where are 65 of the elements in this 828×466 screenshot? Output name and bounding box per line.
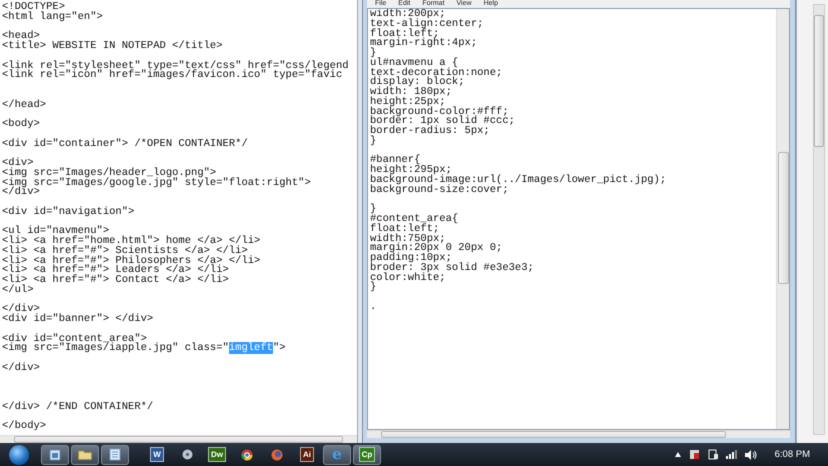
code-line: height:25px; bbox=[370, 98, 446, 108]
taskbar-button[interactable]: Cp bbox=[353, 444, 381, 464]
device-icon[interactable] bbox=[708, 449, 718, 460]
code-line: <body> bbox=[2, 120, 40, 130]
taskbar-button[interactable]: Ai bbox=[293, 444, 321, 464]
clock[interactable]: 6:08 PM bbox=[774, 449, 810, 460]
code-line: <img src="Images/header_logo.png"> bbox=[2, 168, 216, 178]
code-line: padding:10px; bbox=[370, 254, 452, 264]
code-line: </div> bbox=[2, 364, 40, 374]
code-line: <html lang="en"> bbox=[2, 12, 103, 22]
code-line: background-image:url(../Images/lower_pict.jpg); bbox=[370, 176, 666, 186]
code-line: <div id="navigation"> bbox=[2, 208, 134, 218]
code-line: background-size:cover; bbox=[370, 186, 509, 196]
code-line: </ul> bbox=[2, 286, 34, 296]
code-line: <link rel="icon" href="images/favicon.ico" type="favic bbox=[2, 71, 342, 81]
code-line: <li> <a href="#"> Scientists </a> </li> bbox=[2, 246, 248, 256]
code-text: "> bbox=[272, 342, 286, 354]
disc-icon bbox=[182, 449, 192, 460]
code-line: . bbox=[370, 302, 376, 313]
code-line: } bbox=[370, 136, 376, 147]
vertical-scrollbar[interactable] bbox=[813, 4, 825, 435]
taskbar-button[interactable] bbox=[41, 444, 69, 464]
code-line: #content_area{ bbox=[370, 215, 458, 225]
speaker-icon[interactable] bbox=[744, 450, 757, 460]
code-line: width:750px; bbox=[370, 234, 446, 244]
code-line: float:left; bbox=[370, 30, 440, 40]
notepad-icon bbox=[109, 448, 121, 461]
pinwheel-icon bbox=[241, 448, 253, 460]
code-line: color:white; bbox=[370, 274, 446, 284]
code-text: <img src="Images/iapple.jpg" class=" bbox=[2, 342, 229, 354]
horizontal-scrollbar[interactable] bbox=[367, 430, 790, 438]
window-icon bbox=[49, 448, 61, 460]
code-line: </div> /*END CONTAINER*/ bbox=[2, 402, 154, 412]
code-text: imgleft bbox=[228, 342, 273, 354]
app-letter: e bbox=[332, 447, 342, 462]
app-tile: Ai bbox=[300, 447, 314, 462]
code-line: </body> bbox=[2, 422, 46, 432]
code-line: <div> bbox=[2, 159, 34, 169]
code-line: <img src="Images/google.jpg" style="float:right"> bbox=[2, 178, 311, 188]
flag-icon[interactable] bbox=[688, 449, 700, 460]
code-line: </div> bbox=[2, 188, 40, 198]
vertical-scrollbar[interactable] bbox=[776, 9, 789, 429]
horizontal-scrollbar[interactable] bbox=[0, 435, 357, 443]
folder-icon bbox=[78, 449, 92, 460]
show-hidden-icons-icon[interactable] bbox=[674, 452, 681, 457]
signal-bars-icon[interactable] bbox=[726, 450, 737, 459]
code-line: <div id="banner"> </div> bbox=[2, 315, 154, 325]
code-line: } bbox=[370, 49, 376, 59]
code-line: text-decoration:none; bbox=[370, 68, 502, 78]
code-line: text-align:center; bbox=[370, 20, 484, 30]
code-line: } bbox=[370, 283, 376, 294]
globe-icon bbox=[271, 448, 283, 460]
app-tile: Cp bbox=[358, 447, 376, 462]
taskbar-button[interactable]: W bbox=[143, 444, 171, 464]
taskbar-button[interactable]: Dw bbox=[203, 444, 231, 464]
code-line: <title> WEBSITE IN NOTEPAD </title> bbox=[2, 42, 223, 52]
code-line: </head> bbox=[2, 100, 46, 110]
app-tile: Dw bbox=[208, 447, 226, 462]
taskbar-button[interactable] bbox=[101, 444, 129, 464]
code-line: <div id="container"> /*OPEN CONTAINER*/ bbox=[2, 140, 248, 150]
code-line: } bbox=[370, 205, 376, 216]
start-orb-icon bbox=[9, 444, 29, 464]
taskbar-button[interactable] bbox=[71, 444, 99, 464]
code-line: background-color:#fff; bbox=[370, 108, 509, 118]
app-tile: W bbox=[150, 447, 164, 462]
